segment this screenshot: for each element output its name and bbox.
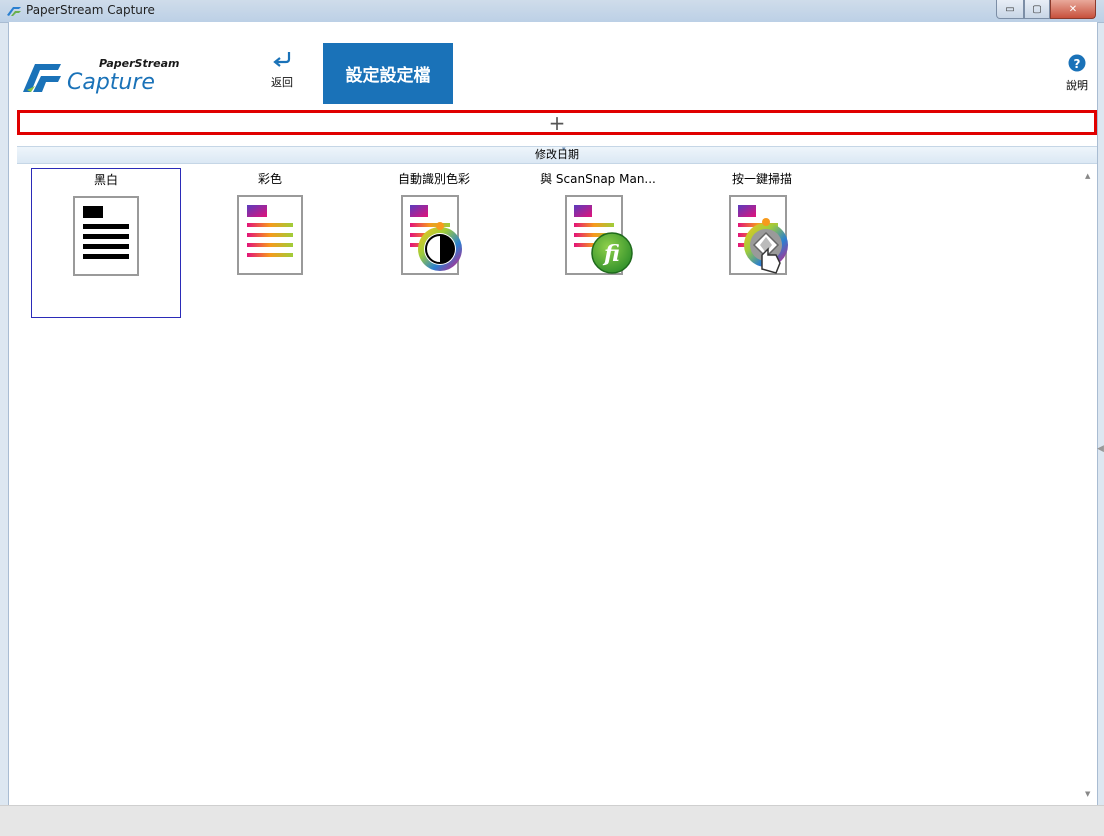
tab-profile-settings[interactable]: 設定設定檔 <box>323 43 453 104</box>
profile-name: 與 ScanSnap Man... <box>540 172 656 186</box>
profile-item-black-white[interactable]: 黑白 <box>31 168 181 318</box>
vertical-scrollbar[interactable]: ▲ ▼ <box>1081 164 1097 804</box>
back-arrow-icon <box>273 52 291 67</box>
svg-text:?: ? <box>1074 57 1081 71</box>
one-touch-scan-document-icon <box>729 195 788 275</box>
profile-item-color[interactable]: 彩色 <box>195 168 345 318</box>
svg-text:PaperStream: PaperStream <box>99 57 180 70</box>
profile-name: 彩色 <box>257 172 282 186</box>
app-window: PaperStream Capture ▭ ▢ ✕ PaperStream Ca… <box>0 0 1104 836</box>
close-icon: ✕ <box>1068 3 1078 15</box>
profile-name: 自動識別色彩 <box>397 172 470 186</box>
scroll-down-icon[interactable]: ▼ <box>1085 790 1090 798</box>
help-icon: ? <box>1068 54 1086 72</box>
help-label: 說明 <box>1066 79 1088 92</box>
close-button[interactable]: ✕ <box>1050 0 1096 19</box>
profile-item-one-touch-scan[interactable]: 按一鍵掃描 <box>687 168 837 318</box>
scroll-up-icon[interactable]: ▲ <box>1085 172 1090 180</box>
svg-text:Capture: Capture <box>67 70 155 95</box>
minimize-icon: ▭ <box>1005 3 1015 15</box>
color-document-icon <box>237 195 303 275</box>
add-profile-button[interactable]: + <box>17 110 1097 135</box>
title-bar[interactable]: PaperStream Capture ▭ ▢ ✕ <box>0 0 1104 23</box>
profile-list: 黑白 彩色 自動識別色彩 與 ScanSnap Man... fi 按一鍵掃描 <box>17 164 1081 804</box>
maximize-button[interactable]: ▢ <box>1024 0 1050 19</box>
window-title: PaperStream Capture <box>26 3 155 17</box>
profile-name: 黑白 <box>93 173 118 187</box>
side-panel-arrow-icon[interactable]: ◀ <box>1097 444 1104 454</box>
sort-label: 修改日期 <box>535 148 579 161</box>
black-white-document-icon <box>73 196 139 276</box>
scansnap-document-icon: fi <box>565 195 633 275</box>
minimize-button[interactable]: ▭ <box>996 0 1024 19</box>
status-bar <box>0 805 1104 836</box>
profile-name: 按一鍵掃描 <box>731 172 792 186</box>
help-button[interactable]: ? 說明 <box>1061 54 1093 93</box>
back-button[interactable]: 返回 <box>257 50 307 96</box>
auto-color-document-icon <box>401 195 462 275</box>
header: PaperStream Capture 返回 設定設定檔 ? 說明 <box>9 22 1097 107</box>
svg-text:fi: fi <box>602 241 620 267</box>
paperstream-logo: PaperStream Capture <box>23 57 180 95</box>
back-label: 返回 <box>271 76 293 89</box>
app-icon <box>7 7 21 16</box>
client-area: PaperStream Capture 返回 設定設定檔 ? 說明 + ▾ 修改… <box>8 22 1098 827</box>
maximize-icon: ▢ <box>1032 3 1042 15</box>
profile-item-scansnap[interactable]: 與 ScanSnap Man... fi <box>523 168 673 318</box>
sort-header[interactable]: ▾ 修改日期 <box>17 145 1097 164</box>
window-controls: ▭ ▢ ✕ <box>996 0 1096 20</box>
profile-item-auto-color[interactable]: 自動識別色彩 <box>359 168 509 318</box>
plus-icon: + <box>548 110 566 135</box>
